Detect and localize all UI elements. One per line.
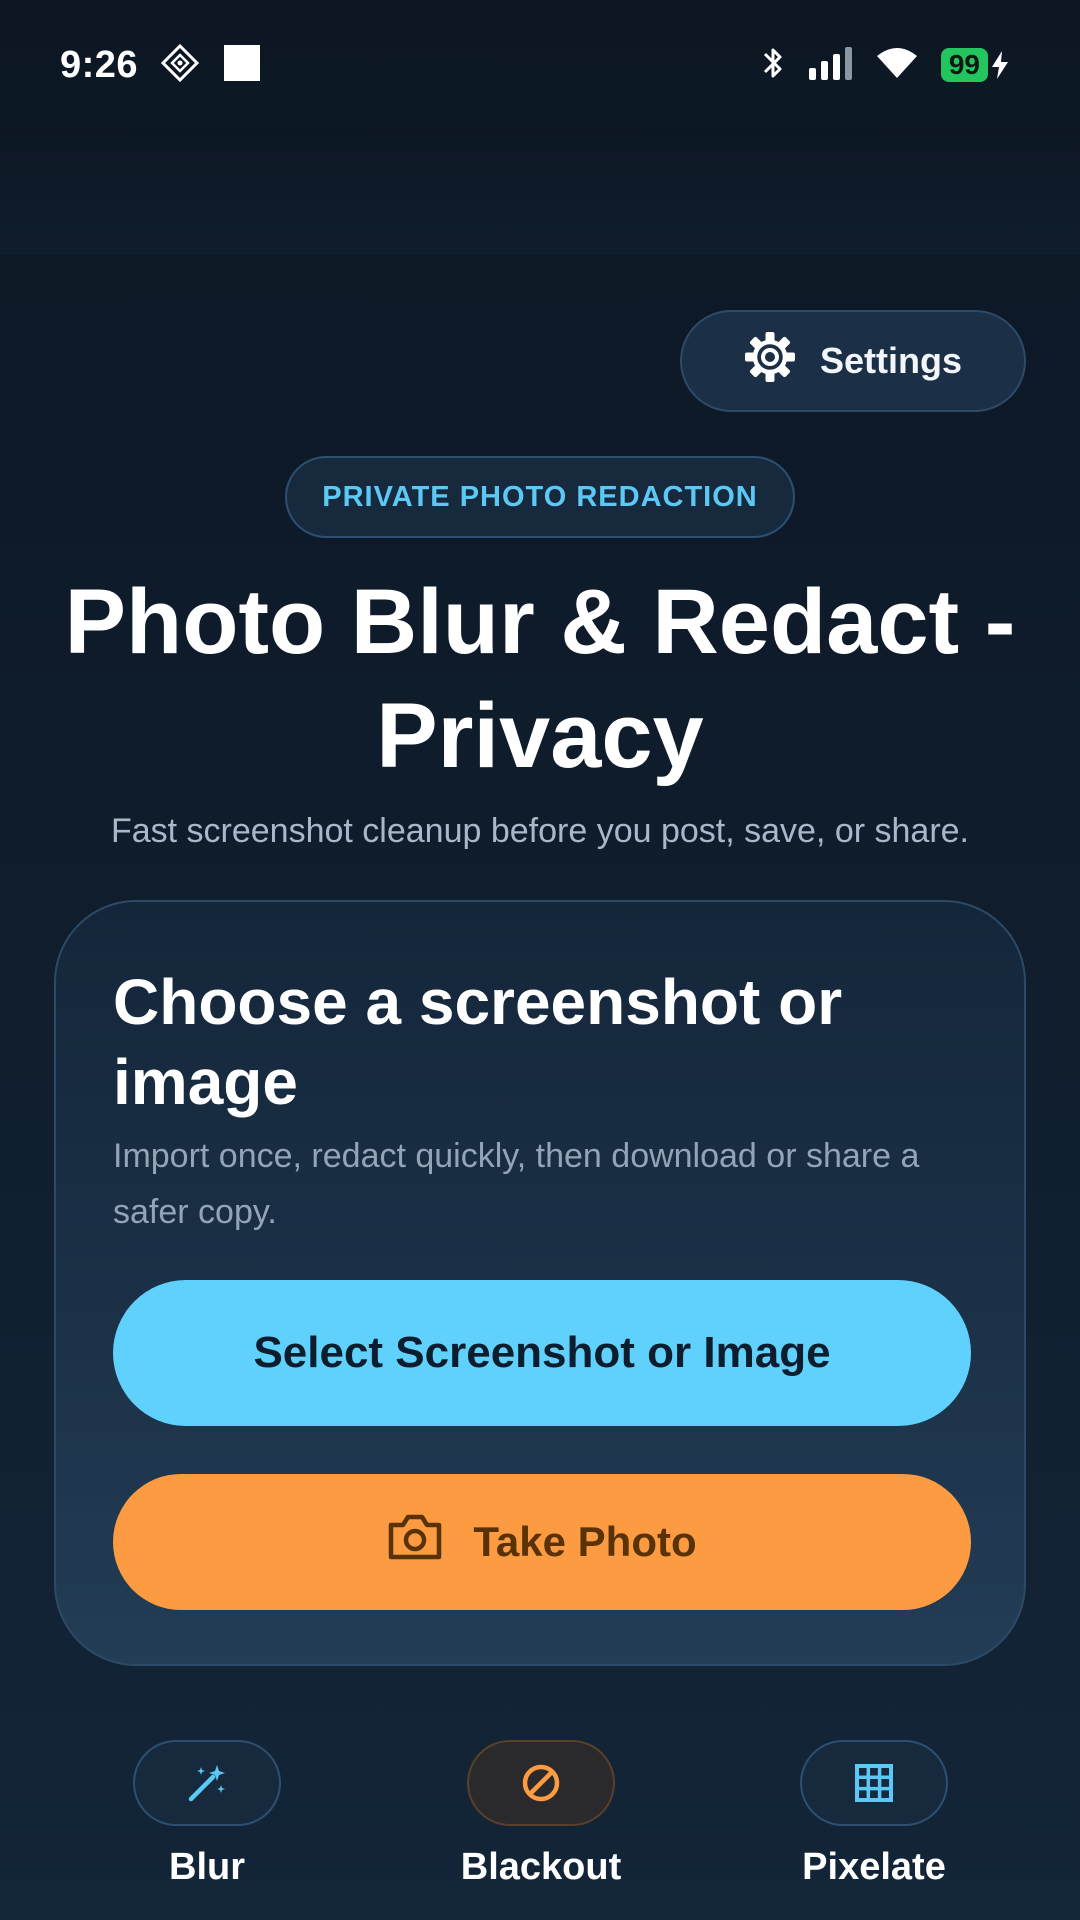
battery-icon: 99 (940, 48, 1010, 82)
tool-selector: Blur Blackout Pixelate (0, 1740, 1080, 1920)
settings-button[interactable]: Settings (680, 310, 1026, 412)
signal-icon (807, 46, 853, 85)
card-description: Import once, redact quickly, then downlo… (113, 1137, 920, 1231)
take-photo-button[interactable]: Take Photo (113, 1474, 971, 1610)
app-header-band (0, 130, 1080, 255)
battery-level: 99 (940, 48, 988, 82)
tool-blur-icon-wrap (133, 1740, 281, 1826)
block-icon (522, 1764, 560, 1802)
camera-icon (387, 1513, 443, 1571)
wifi-icon (875, 46, 919, 85)
gear-icon (744, 331, 796, 392)
status-left: 9:26 (60, 43, 262, 88)
status-bar: 9:26 99 (0, 0, 1080, 130)
tool-pixelate[interactable]: Pixelate (764, 1740, 984, 1889)
tool-pixelate-label: Pixelate (802, 1846, 946, 1888)
game-icon (160, 43, 200, 88)
tool-blackout-label: Blackout (460, 1846, 622, 1888)
category-badge: PRIVATE PHOTO REDACTION (285, 456, 795, 538)
tool-blackout-icon-wrap (467, 1740, 615, 1826)
status-time: 9:26 (60, 43, 139, 86)
card-title: Choose a screenshot or image (113, 966, 843, 1118)
take-photo-label: Take Photo (473, 1518, 697, 1565)
tool-blur-label: Blur (169, 1846, 245, 1888)
square-notification-icon (222, 43, 262, 88)
select-image-label: Select Screenshot or Image (253, 1328, 831, 1377)
tool-pixelate-icon-wrap (800, 1740, 948, 1826)
page-subtitle: Fast screenshot cleanup before you post,… (110, 812, 970, 850)
settings-label: Settings (819, 340, 962, 381)
grid-icon (855, 1764, 893, 1802)
page-title: Photo Blur & Redact - Privacy (64, 571, 1016, 787)
tool-blackout[interactable]: Blackout (431, 1740, 651, 1889)
tool-blur[interactable]: Blur (97, 1740, 317, 1889)
charging-icon (992, 51, 1008, 79)
magic-wand-icon (188, 1765, 225, 1802)
bluetooth-icon (761, 45, 785, 86)
status-right: 99 (761, 45, 1010, 86)
select-image-button[interactable]: Select Screenshot or Image (113, 1280, 971, 1426)
import-card: Choose a screenshot or image Import once… (54, 900, 1026, 1666)
